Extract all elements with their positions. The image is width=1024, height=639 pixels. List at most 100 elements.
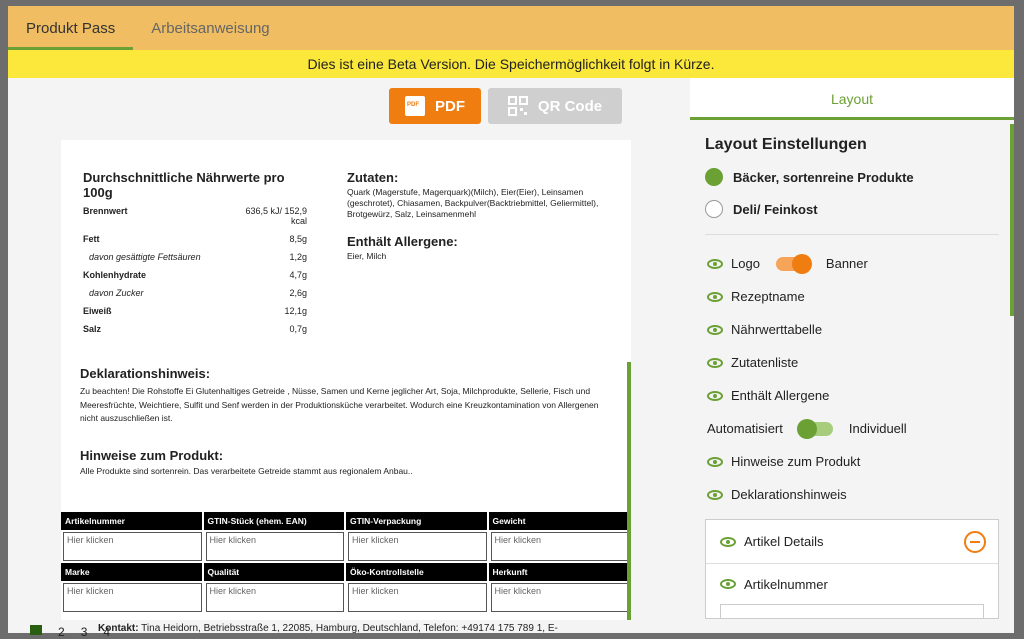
logo-label: Logo	[731, 256, 760, 271]
oeko-kontrollstelle-input[interactable]: Hier klicken	[348, 583, 487, 612]
nutrition-value: 1,2g	[289, 252, 307, 262]
eye-icon[interactable]	[707, 258, 723, 269]
page-link[interactable]: 4	[103, 625, 110, 639]
nutrition-row: davon Zucker 2,6g	[83, 288, 307, 298]
layout-item: Rezeptname	[705, 280, 999, 313]
gtin-stueck-input[interactable]: Hier klicken	[205, 532, 344, 561]
collapse-minus-icon[interactable]	[964, 530, 986, 553]
layout-item: Enthält Allergene	[705, 379, 999, 412]
article-details-table: Artikelnummer GTIN-Stück (ehem. EAN) GTI…	[61, 512, 631, 614]
declaration-section: Deklarationshinweis: Zu beachten! Die Ro…	[80, 366, 612, 426]
ingredients-text: Quark (Magerstufe, Magerquark)(Milch), E…	[347, 187, 599, 219]
nutrition-value: 4,7g	[289, 270, 307, 280]
layout-item: Nährwerttabelle	[705, 313, 999, 346]
logo-banner-toggle[interactable]	[775, 253, 812, 274]
details-header: Herkunft	[489, 563, 631, 581]
marke-input[interactable]: Hier klicken	[63, 583, 202, 612]
eye-icon[interactable]	[720, 579, 736, 589]
contact-line: Kontakt: Tina Heidorn, Betriebsstraße 1,…	[98, 623, 558, 633]
qr-code-button[interactable]: QR Code	[488, 88, 622, 124]
nutrition-value: 0,7g	[289, 324, 307, 334]
artikelnummer-input[interactable]: Hier klicken	[63, 532, 202, 561]
accordion-item-artikelnummer: Artikelnummer	[706, 564, 998, 604]
eye-icon[interactable]	[707, 357, 723, 368]
qr-code-button-label: QR Code	[537, 97, 603, 115]
accordion-header[interactable]: Artikel Details	[706, 520, 998, 564]
eye-icon[interactable]	[720, 536, 736, 547]
tab-bar: Produkt Pass Arbeitsanweisung	[8, 6, 1014, 50]
layout-sidebar: Layout Layout Einstellungen Bäcker, sort…	[690, 78, 1014, 633]
pager-square-icon	[30, 625, 42, 635]
eye-icon[interactable]	[707, 390, 723, 401]
nutrition-table: Durchschnittliche Nährwerte pro 100g Bre…	[83, 170, 307, 342]
gewicht-input[interactable]: Hier klicken	[490, 532, 629, 561]
herkunft-input[interactable]: Hier klicken	[490, 583, 629, 612]
layout-item-label: Zutatenliste	[731, 355, 799, 370]
qualitaet-input[interactable]: Hier klicken	[205, 583, 344, 612]
layout-item-label: Rezeptname	[731, 289, 805, 304]
declaration-text: Zu beachten! Die Rohstoffe Ei Glutenhalt…	[80, 386, 599, 423]
layout-item-label: Nährwerttabelle	[731, 322, 823, 337]
ingredients-title: Zutaten:	[347, 170, 399, 185]
details-header: Öko-Kontrollstelle	[346, 563, 489, 581]
auto-label: Automatisiert	[707, 421, 783, 436]
gtin-verpackung-input[interactable]: Hier klicken	[348, 532, 487, 561]
beta-banner: Dies ist eine Beta Version. Die Speicher…	[8, 50, 1014, 78]
eye-icon[interactable]	[707, 456, 723, 467]
nutrition-label: Eiweiß	[83, 306, 112, 316]
details-header-row-2: Marke Qualität Öko-Kontrollstelle Herkun…	[61, 563, 631, 581]
nutrition-label: Salz	[83, 324, 102, 334]
tab-produkt-pass[interactable]: Produkt Pass	[8, 6, 134, 50]
nutrition-label: Fett	[83, 234, 100, 244]
page-link[interactable]: 2	[58, 625, 65, 639]
eye-icon[interactable]	[707, 489, 723, 500]
document-scrollbar[interactable]	[627, 362, 631, 620]
product-pass-document: Durchschnittliche Nährwerte pro 100g Bre…	[61, 140, 631, 620]
nutrition-label: Kohlenhydrate	[83, 270, 147, 280]
eye-icon[interactable]	[707, 324, 723, 335]
banner-label: Banner	[825, 256, 868, 271]
logo-banner-row: Logo Banner	[705, 247, 999, 280]
details-header: Artikelnummer	[61, 512, 204, 530]
details-input-row-1: Hier klicken Hier klicken Hier klicken H…	[61, 530, 631, 563]
radio-baecker[interactable]: Bäcker, sortenreine Produkte	[705, 168, 999, 186]
article-details-accordion: Artikel Details Artikelnummer	[705, 519, 999, 619]
radio-deli[interactable]: Deli/ Feinkost	[705, 200, 999, 218]
details-header: Gewicht	[489, 512, 631, 530]
ingredients-section: Zutaten: Quark (Magerstufe, Magerquark)(…	[347, 170, 607, 262]
nutrition-label: davon gesättigte Fettsäuren	[89, 252, 201, 262]
nutrition-row: davon gesättigte Fettsäuren 1,2g	[83, 252, 307, 262]
nutrition-row: Kohlenhydrate 4,7g	[83, 270, 307, 280]
nutrition-value: 636,5 kJ/ 152,9 kcal	[245, 206, 307, 226]
page-link[interactable]: 3	[81, 625, 88, 639]
divider	[705, 234, 999, 235]
layout-item: Hinweise zum Produkt	[705, 445, 999, 478]
accordion-item-label: Artikelnummer	[744, 576, 828, 592]
nutrition-value: 12,1g	[284, 306, 307, 316]
nutrition-label: davon Zucker	[89, 288, 144, 298]
app-window: Produkt Pass Arbeitsanweisung Dies ist e…	[8, 6, 1014, 633]
layout-item: Deklarationshinweis	[705, 478, 999, 511]
sidebar-scrollbar[interactable]	[1010, 124, 1014, 316]
accordion-title: Artikel Details	[744, 534, 824, 549]
nutrition-value: 2,6g	[289, 288, 307, 298]
nutrition-row: Eiweiß 12,1g	[83, 306, 307, 316]
details-input-row-2: Hier klicken Hier klicken Hier klicken H…	[61, 581, 631, 614]
pdf-button[interactable]: PDF PDF	[389, 88, 481, 124]
auto-individual-toggle[interactable]	[796, 418, 833, 439]
contact-text: Tina Heidorn, Betriebsstraße 1, 22085, H…	[141, 623, 558, 633]
radio-label: Deli/ Feinkost	[733, 201, 818, 217]
radio-unselected-icon	[705, 200, 723, 218]
radio-label: Bäcker, sortenreine Produkte	[733, 169, 914, 185]
layout-settings: Layout Einstellungen Bäcker, sortenreine…	[690, 136, 1014, 619]
accordion-input[interactable]	[720, 604, 984, 618]
nutrition-row: Fett 8,5g	[83, 234, 307, 244]
tab-arbeitsanweisung[interactable]: Arbeitsanweisung	[133, 6, 287, 50]
nutrition-label: Brennwert	[83, 206, 128, 216]
radio-selected-icon	[705, 168, 723, 186]
eye-icon[interactable]	[707, 291, 723, 302]
allergens-text: Eier, Milch	[347, 251, 387, 261]
details-header: Qualität	[204, 563, 346, 581]
tab-layout[interactable]: Layout	[690, 78, 1014, 120]
product-hints-title: Hinweise zum Produkt:	[80, 448, 224, 463]
